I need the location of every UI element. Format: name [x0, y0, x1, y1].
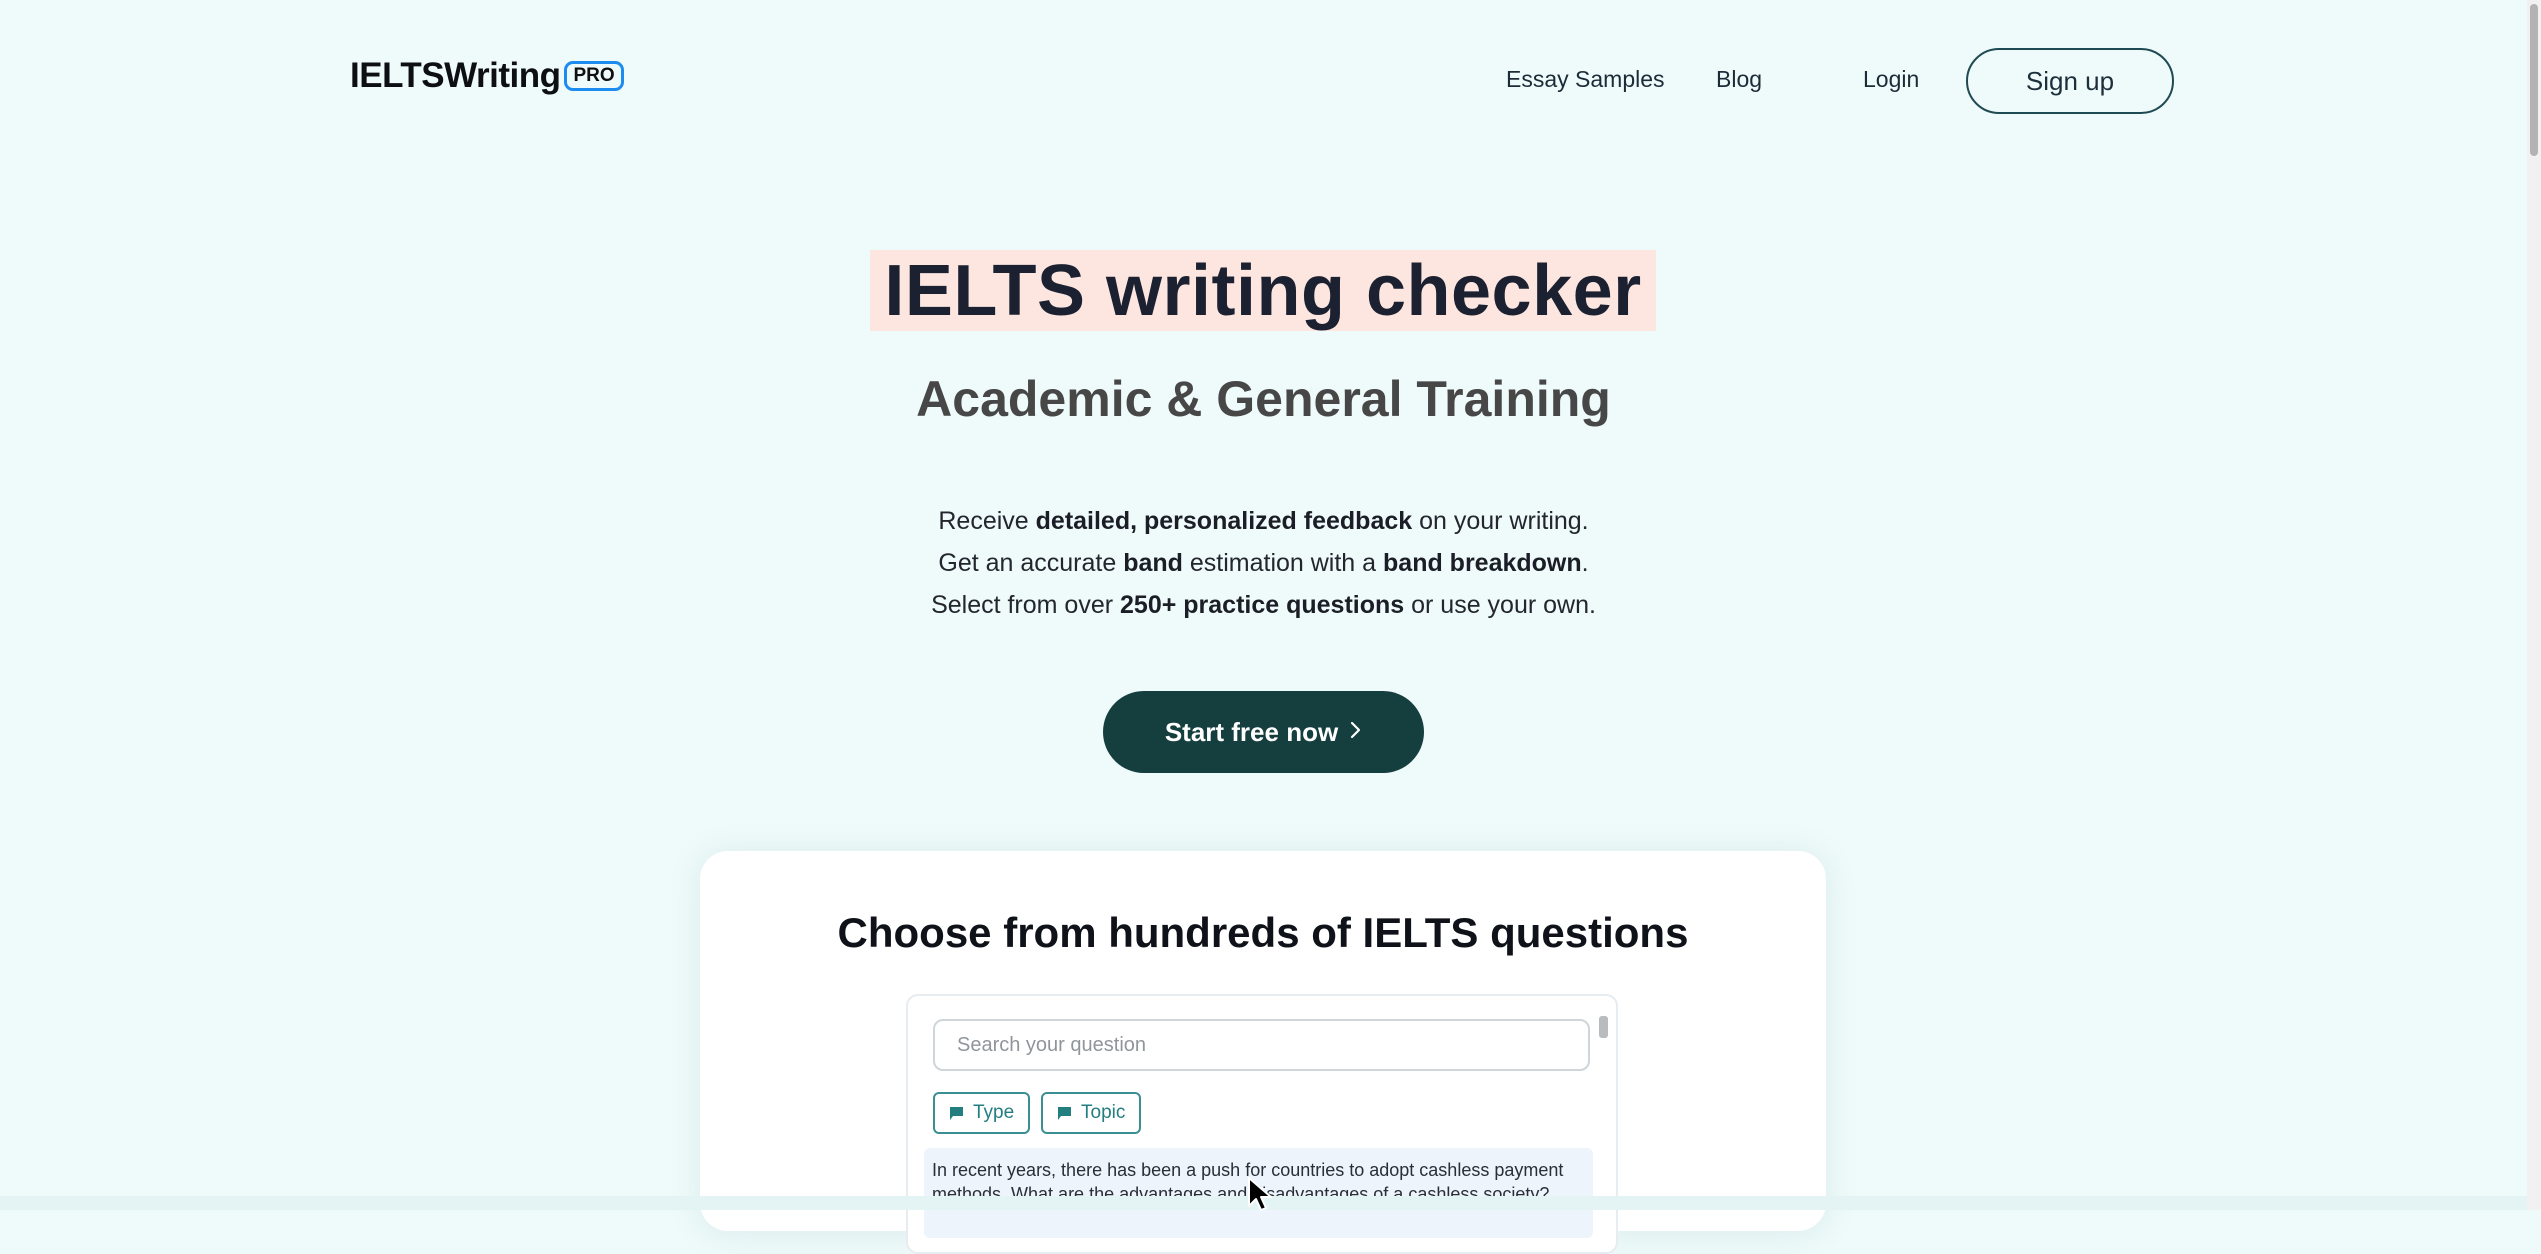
- page-scrollbar[interactable]: [2527, 0, 2541, 1210]
- start-free-label: Start free now: [1164, 716, 1339, 747]
- filter-type-button[interactable]: Type: [933, 1092, 1031, 1134]
- questions-card-title: Choose from hundreds of IELTS questions: [837, 909, 1689, 956]
- hero-line-emphasis: band breakdown: [1383, 549, 1582, 577]
- filter-topic-label: Topic: [1081, 1102, 1126, 1123]
- flag-icon: [950, 1106, 963, 1120]
- logo-text: IELTSWriting: [350, 56, 561, 95]
- hero-subtitle: Academic & General Training: [916, 371, 1611, 427]
- chevron-right-icon: [1350, 718, 1362, 746]
- filter-type-label: Type: [973, 1102, 1015, 1123]
- hero-line-emphasis: detailed, personalized feedback: [1035, 507, 1413, 535]
- hero-line-questions: Select from over 250+ practice questions…: [0, 584, 2527, 626]
- logo-pro-badge: PRO: [564, 61, 624, 91]
- question-list-scrollbar[interactable]: [1599, 1016, 1608, 1038]
- nav-link-blog[interactable]: Blog: [1716, 66, 1762, 93]
- nav-link-login[interactable]: Login: [1863, 66, 1919, 93]
- hero-line-text: estimation with a: [1182, 549, 1384, 577]
- hero-line-text: on your writing.: [1412, 507, 1589, 535]
- hero-line-emphasis: band: [1123, 549, 1183, 577]
- start-free-button[interactable]: Start free now: [1103, 691, 1424, 773]
- questions-card: Choose from hundreds of IELTS questions …: [700, 851, 1826, 1254]
- hero-line-text: Receive: [938, 507, 1036, 535]
- hero-line-feedback: Receive detailed, personalized feedback …: [0, 500, 2527, 542]
- hero-line-text: Select from over: [931, 591, 1121, 619]
- hero-description: Receive detailed, personalized feedback …: [0, 500, 2527, 626]
- hero-line-text: .: [1581, 549, 1589, 577]
- page-scrollbar-thumb[interactable]: [2530, 4, 2538, 156]
- mouse-cursor-icon: [1248, 1177, 1272, 1211]
- logo[interactable]: IELTSWriting PRO: [350, 56, 624, 96]
- nav-link-essay-samples[interactable]: Essay Samples: [1506, 66, 1665, 93]
- question-search-input[interactable]: [933, 1019, 1590, 1071]
- filter-topic-button[interactable]: Topic: [1041, 1092, 1142, 1134]
- question-picker: Type Topic In recent years, there has be…: [906, 994, 1618, 1254]
- signup-button[interactable]: Sign up: [1966, 48, 2174, 114]
- hero-line-text: or use your own.: [1404, 591, 1596, 619]
- hero-line-band: Get an accurate band estimation with a b…: [0, 542, 2527, 584]
- hero-line-text: Get an accurate: [938, 549, 1124, 577]
- hero-title: IELTS writing checker: [884, 250, 1642, 331]
- hero-title-highlight: IELTS writing checker: [870, 250, 1656, 331]
- flag-icon: [1058, 1106, 1071, 1120]
- top-navigation: IELTSWriting PRO Essay Samples Blog Logi…: [0, 0, 2527, 162]
- hero-line-emphasis: 250+ practice questions: [1120, 591, 1405, 619]
